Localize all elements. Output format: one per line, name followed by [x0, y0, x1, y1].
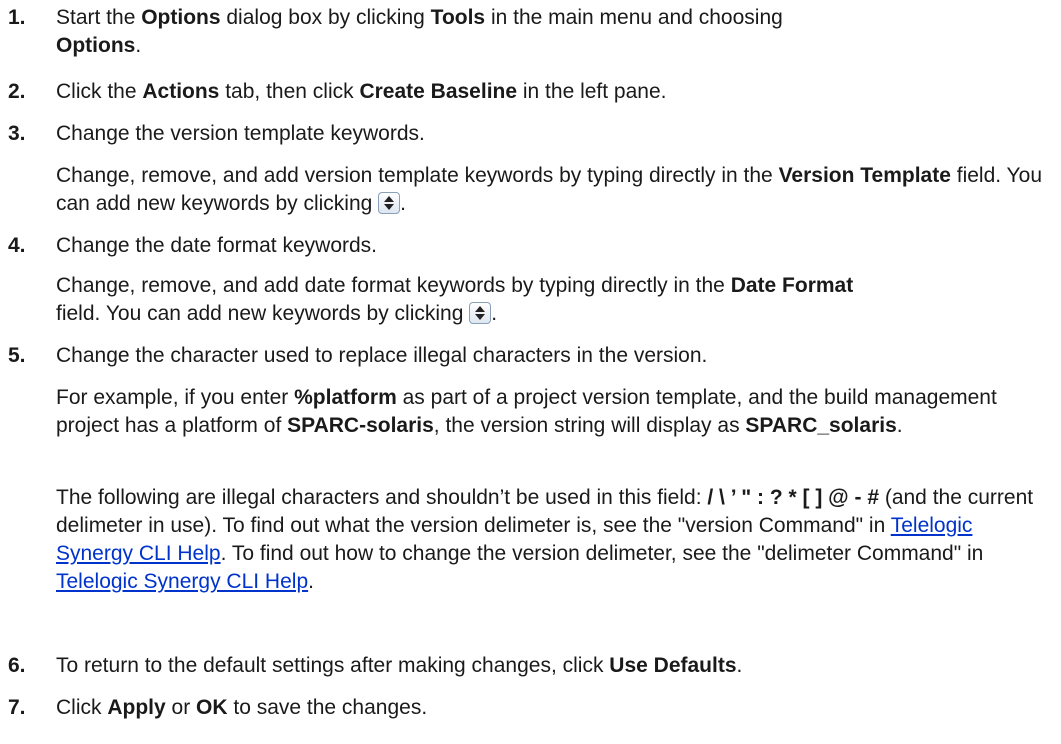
- step-number: 4.: [8, 234, 26, 257]
- cli-help-link[interactable]: Telelogic Synergy CLI Help: [56, 570, 308, 593]
- ui-term: %platform: [294, 386, 397, 409]
- ui-term: SPARC-solaris: [287, 414, 434, 437]
- step-4-detail: Change, remove, and add date format keyw…: [56, 274, 854, 325]
- ui-term: Date Format: [730, 274, 854, 297]
- step-3-detail: Change, remove, and add version template…: [56, 164, 1042, 215]
- step-text: Change the character used to replace ill…: [56, 344, 708, 367]
- ui-term: Actions: [142, 80, 220, 103]
- ui-term: Options: [141, 6, 221, 29]
- step-number: 7.: [8, 696, 26, 719]
- ui-term: OK: [196, 696, 228, 719]
- step-number: 2.: [8, 80, 26, 103]
- step-text: Change the date format keywords.: [56, 234, 378, 257]
- step-text: Click the Actions tab, then click Create…: [56, 80, 667, 103]
- procedure-document: 1. Start the Options dialog box by click…: [0, 0, 1061, 744]
- step-text: Start the Options dialog box by clicking…: [56, 6, 783, 57]
- step-text: Click Apply or OK to save the changes.: [56, 696, 428, 719]
- step-text: Change the version template keywords.: [56, 122, 425, 145]
- up-down-spinner-icon[interactable]: [378, 192, 401, 214]
- up-down-spinner-icon[interactable]: [469, 302, 492, 324]
- ui-term: Version Template: [778, 164, 951, 187]
- ui-term: Tools: [430, 6, 486, 29]
- step-number: 1.: [8, 6, 26, 29]
- ui-term: SPARC_solaris: [745, 414, 897, 437]
- ui-term: Apply: [107, 696, 166, 719]
- ui-term: Create Baseline: [359, 80, 518, 103]
- ui-term: Use Defaults: [609, 654, 737, 677]
- step-text: To return to the default settings after …: [56, 654, 743, 677]
- ui-term: Options: [56, 34, 136, 57]
- step-number: 5.: [8, 344, 26, 367]
- step-number: 6.: [8, 654, 26, 677]
- step-number: 3.: [8, 122, 26, 145]
- illegal-characters: / \ ’ " : ? * [ ] @ - #: [707, 486, 879, 509]
- step-5-illegal-chars: The following are illegal characters and…: [56, 486, 1034, 593]
- step-5-example: For example, if you enter %platform as p…: [56, 386, 997, 437]
